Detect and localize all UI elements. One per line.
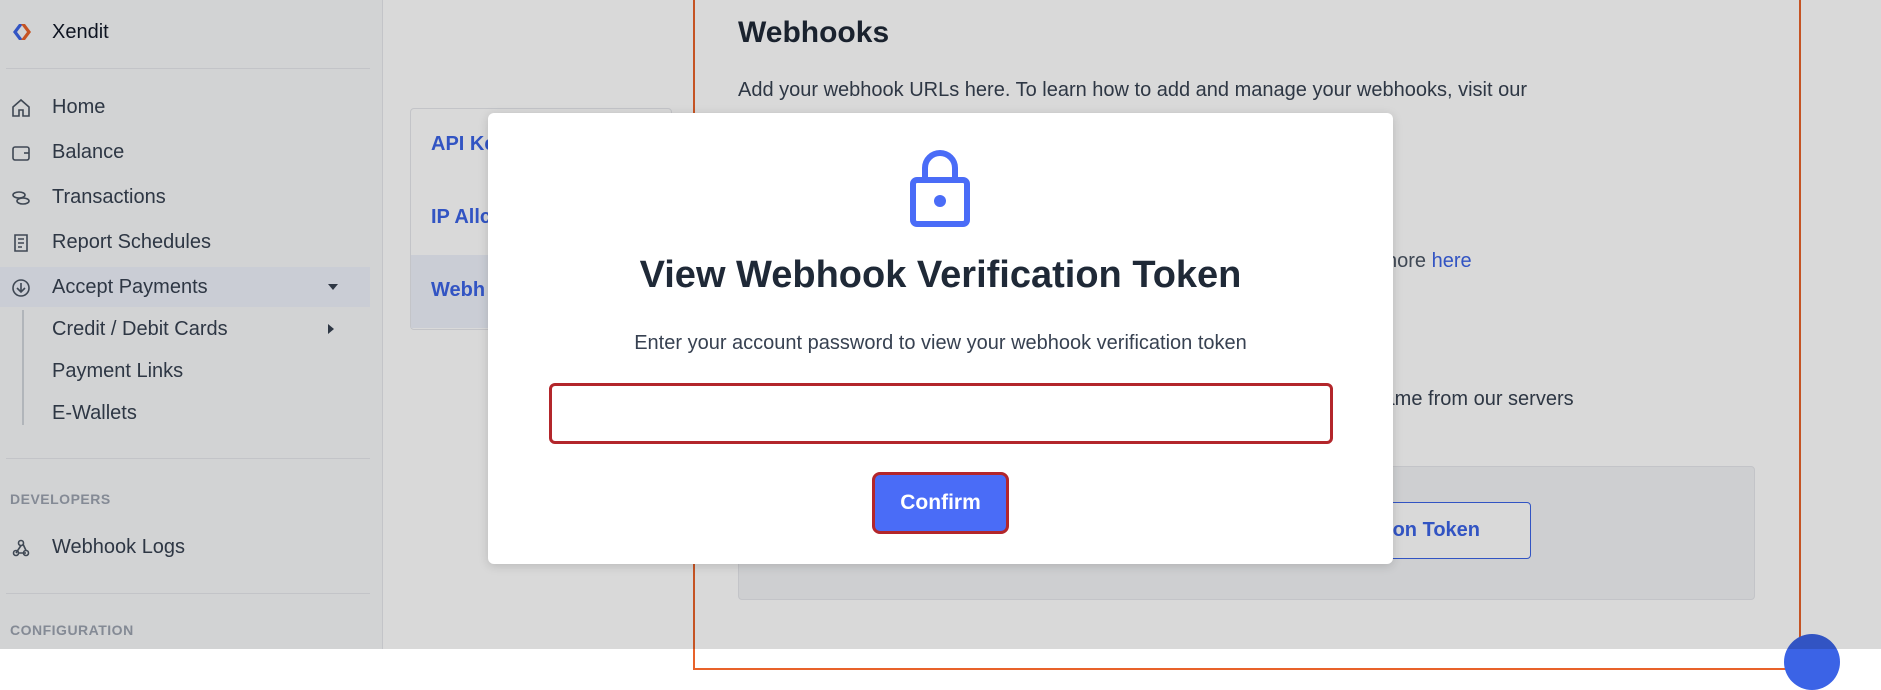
password-input[interactable] [549, 383, 1333, 444]
modal-subtitle: Enter your account password to view your… [634, 332, 1247, 354]
page: Xendit Home Balance Transactions Report … [0, 0, 1881, 690]
modal-title: View Webhook Verification Token [639, 254, 1242, 296]
lock-icon [910, 150, 970, 227]
confirm-button[interactable]: Confirm [872, 472, 1009, 534]
